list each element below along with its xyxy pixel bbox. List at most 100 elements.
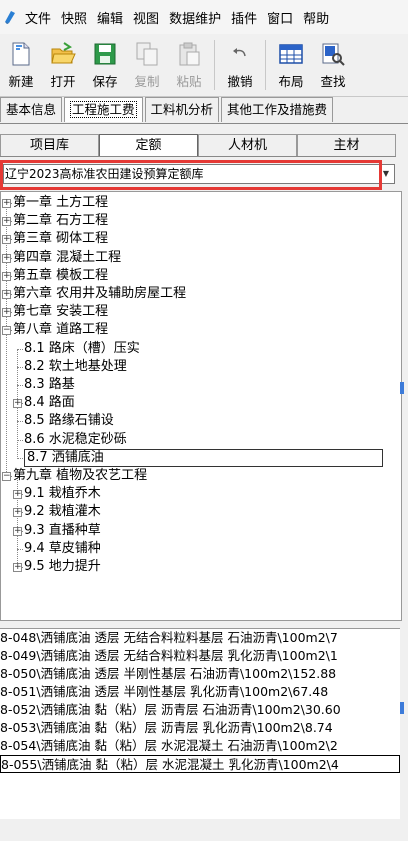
tree-chapter-node[interactable]: 第四章 混凝土工程	[13, 249, 121, 267]
tree-node-label: 第四章 混凝土工程	[13, 249, 122, 265]
menu-data-maintenance[interactable]: 数据维护	[164, 8, 226, 27]
menu-view[interactable]: 视图	[128, 8, 164, 27]
tree-node-label: 8.1 路床（槽）压实	[24, 340, 140, 356]
quota-list-item[interactable]: 8-049\洒铺底油 透层 无结合料粒料基层 乳化沥青\100m2\1	[0, 647, 400, 665]
tree-chapter-node[interactable]: 第一章 土方工程	[13, 194, 108, 212]
undo-button[interactable]: 撤销	[219, 34, 261, 94]
tree-node-label: 第八章 道路工程	[13, 322, 109, 338]
paste-icon	[179, 42, 200, 66]
highlight-box	[0, 160, 382, 190]
expand-plus-icon[interactable]: +	[13, 563, 22, 572]
library-tabs: 项目库 定额 人材机 主材	[0, 134, 396, 157]
expand-plus-icon[interactable]: +	[2, 217, 11, 227]
tree-section-node[interactable]: 8.1 路床（槽）压实	[24, 340, 140, 358]
tree-node-label: 9.1 栽植乔木	[24, 486, 101, 502]
quota-list-item[interactable]: 8-052\洒铺底油 黏（粘）层 沥青层 石油沥青\100m2\30.60	[0, 701, 400, 719]
expand-plus-icon[interactable]: +	[13, 490, 22, 500]
copy-button[interactable]: 复制	[126, 34, 168, 94]
menu-edit[interactable]: 编辑	[92, 8, 128, 27]
tree-chapter-node[interactable]: 第七章 安装工程	[13, 303, 108, 321]
tree-chapter-node[interactable]: 第九章 植物及农艺工程	[13, 467, 147, 485]
tree-node-label: 8.2 软土地基处理	[24, 358, 127, 374]
menu-bar: 文件 快照 编辑 视图 数据维护 插件 窗口 帮助	[0, 0, 408, 34]
tree-node-label: 第九章 植物及农艺工程	[13, 468, 148, 483]
tree-connector	[17, 385, 23, 386]
tree-section-node[interactable]: 8.2 软土地基处理	[24, 358, 127, 376]
tree-section-node[interactable]: 8.4 路面	[24, 394, 75, 412]
expand-plus-icon[interactable]: +	[2, 253, 11, 263]
new-button[interactable]: 新建	[0, 34, 42, 94]
menu-window[interactable]: 窗口	[262, 8, 298, 27]
expand-plus-icon[interactable]: +	[2, 308, 11, 318]
save-icon	[94, 43, 116, 65]
tree-section-node[interactable]: 9.3 直播种草	[24, 522, 101, 540]
tree-section-node[interactable]: 8.3 路基	[24, 376, 75, 394]
tab-material-analysis[interactable]: 工料机分析	[144, 97, 220, 122]
tree-chapter-node[interactable]: 第二章 石方工程	[13, 212, 108, 230]
tree-chapter-node[interactable]: 第八章 道路工程	[13, 321, 108, 339]
quota-chapter-tree: + 第一章 土方工程 + 第二章 石方工程 + 第三章 砌体工程 + 第四章 混凝土工程 + 第五…	[0, 191, 402, 621]
quota-list-item[interactable]: 8-051\洒铺底油 透层 半刚性基层 乳化沥青\100m2\67.48	[0, 683, 400, 701]
tab-main-material[interactable]: 主材	[297, 134, 396, 156]
tree-section-node[interactable]: 8.5 路缘石铺设	[24, 412, 114, 430]
expand-plus-icon[interactable]: +	[13, 508, 22, 518]
tree-node-label: 8.5 路缘石铺设	[24, 413, 114, 429]
tree-section-node[interactable]: 8.6 水泥稳定砂砾	[24, 431, 127, 449]
tree-connector	[17, 439, 23, 441]
scroll-position-marker[interactable]	[400, 382, 404, 394]
tree-connector	[17, 348, 23, 350]
tree-node-label: 9.2 栽植灌木	[24, 504, 101, 520]
quota-list-item[interactable]: 8-054\洒铺底油 黏（粘）层 水泥混凝土 石油沥青\100m2\2	[0, 737, 400, 755]
tree-section-node[interactable]: 9.5 地力提升	[24, 558, 101, 576]
collapse-minus-icon[interactable]: −	[2, 326, 11, 336]
find-icon	[322, 43, 345, 66]
new-doc-icon	[12, 42, 30, 66]
paste-button[interactable]: 粘贴	[168, 34, 210, 94]
tab-quota[interactable]: 定额	[99, 134, 198, 156]
tree-connector	[17, 457, 23, 459]
expand-plus-icon[interactable]: +	[2, 199, 11, 208]
tree-node-label: 9.5 地力提升	[24, 559, 101, 574]
expand-plus-icon[interactable]: +	[2, 235, 11, 245]
app-logo-icon	[5, 11, 15, 24]
tab-other-work-measures[interactable]: 其他工作及措施费	[221, 97, 334, 122]
layout-grid-icon	[279, 44, 303, 64]
tree-chapter-node[interactable]: 第五章 模板工程	[13, 267, 108, 285]
menu-snapshot[interactable]: 快照	[56, 8, 92, 27]
expand-plus-icon[interactable]: +	[2, 271, 11, 281]
tree-section-node[interactable]: 9.2 栽植灌木	[24, 503, 101, 521]
tree-chapter-node[interactable]: 第六章 农用井及辅助房屋工程	[13, 285, 186, 303]
save-button[interactable]: 保存	[84, 34, 126, 94]
quota-list-item[interactable]: 8-048\洒铺底油 透层 无结合料粒料基层 石油沥青\100m2\7	[0, 629, 400, 647]
main-tabs: 基本信息 工程施工费 工料机分析 其他工作及措施费	[0, 97, 408, 124]
menu-plugins[interactable]: 插件	[226, 8, 262, 27]
tree-section-node[interactable]: 8.7 洒铺底油	[24, 448, 383, 467]
menu-help[interactable]: 帮助	[298, 8, 334, 27]
scroll-position-marker[interactable]	[400, 702, 404, 714]
toolbar-separator	[214, 40, 215, 90]
toolbar: 新建 打开 保存 复制 粘贴 撤销 布局 查找	[0, 34, 408, 97]
tree-chapter-node[interactable]: 第三章 砌体工程	[13, 230, 108, 248]
copy-icon	[136, 42, 158, 66]
open-button[interactable]: 打开	[42, 34, 84, 94]
tree-node-label: 8.6 水泥稳定砂砾	[24, 431, 127, 447]
find-button[interactable]: 查找	[312, 34, 354, 94]
expand-plus-icon[interactable]: +	[13, 526, 22, 536]
quota-list-item[interactable]: 8-055\洒铺底油 黏（粘）层 水泥混凝土 乳化沥青\100m2\4	[0, 755, 400, 773]
tree-connector	[17, 421, 23, 423]
tab-construction-fee[interactable]: 工程施工费	[64, 97, 143, 122]
tab-project-library[interactable]: 项目库	[0, 134, 99, 156]
menu-file[interactable]: 文件	[20, 8, 56, 27]
tree-section-node[interactable]: 9.4 草皮铺种	[24, 540, 101, 558]
quota-list-item[interactable]: 8-050\洒铺底油 透层 半刚性基层 石油沥青\100m2\152.88	[0, 665, 400, 683]
tree-node-label: 第二章 石方工程	[13, 213, 109, 229]
collapse-minus-icon[interactable]: −	[2, 472, 11, 481]
expand-plus-icon[interactable]: +	[13, 399, 22, 409]
tab-basic-info[interactable]: 基本信息	[0, 97, 63, 122]
quota-list-item[interactable]: 8-053\洒铺底油 黏（粘）层 沥青层 乳化沥青\100m2\8.74	[0, 719, 400, 737]
layout-button[interactable]: 布局	[270, 34, 312, 94]
tree-node-label: 8.3 路基	[24, 377, 75, 392]
tree-section-node[interactable]: 9.1 栽植乔木	[24, 485, 101, 503]
expand-plus-icon[interactable]: +	[2, 290, 11, 299]
tab-labor-material-machine[interactable]: 人材机	[198, 134, 297, 156]
